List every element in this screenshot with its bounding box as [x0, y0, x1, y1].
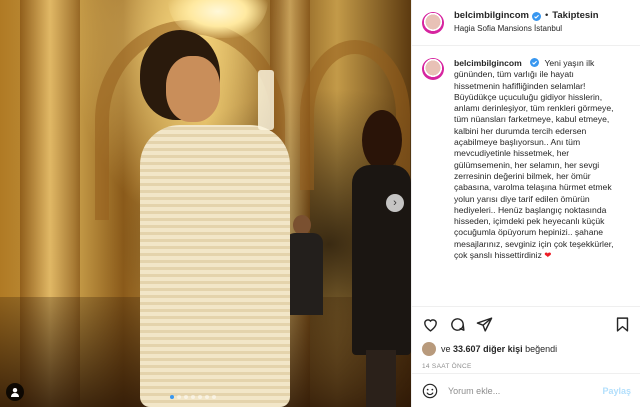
- comment-input[interactable]: [448, 385, 603, 396]
- location-link[interactable]: Hagia Sofia Mansions İstanbul: [454, 24, 599, 33]
- post-timestamp[interactable]: 14 SAAT ÖNCE: [422, 363, 631, 370]
- share-icon[interactable]: [476, 316, 493, 333]
- save-icon[interactable]: [614, 316, 631, 333]
- carousel-dot: [177, 395, 181, 399]
- likes-summary[interactable]: ve 33.607 diğer kişi beğendi: [422, 341, 631, 357]
- caption-username[interactable]: belcimbilgincom: [454, 58, 522, 68]
- caption: belcimbilgincom Yeni yaşın ilk gününden,…: [412, 46, 640, 303]
- likes-prefix: ve: [441, 344, 451, 354]
- user-tag-icon[interactable]: [6, 383, 24, 401]
- carousel-dot: [205, 395, 209, 399]
- next-arrow-icon[interactable]: ›: [386, 194, 404, 212]
- avatar[interactable]: [422, 11, 444, 34]
- post-side-panel: belcimbilgincom • Takiptesin Hagia Sofia…: [411, 0, 640, 407]
- post-header: belcimbilgincom • Takiptesin Hagia Sofia…: [412, 0, 640, 46]
- post-comment-button[interactable]: Paylaş: [602, 386, 631, 396]
- header-username[interactable]: belcimbilgincom: [454, 11, 529, 22]
- likes-suffix[interactable]: diğer kişi: [483, 344, 523, 354]
- emoji-icon[interactable]: [422, 383, 438, 399]
- photo-background-person: [285, 215, 323, 315]
- caption-text: Yeni yaşın ilk gününden, tüm varlığı ile…: [454, 58, 614, 261]
- carousel-dot: [170, 395, 174, 399]
- post-actions: ve 33.607 diğer kişi beğendi 14 SAAT ÖNC…: [412, 306, 640, 370]
- likes-count[interactable]: 33.607: [453, 344, 481, 354]
- comment-bar: Paylaş: [412, 373, 640, 407]
- carousel-dot: [184, 395, 188, 399]
- carousel-dot: [198, 395, 202, 399]
- carousel-dot: [212, 395, 216, 399]
- following-button[interactable]: Takiptesin: [552, 11, 598, 22]
- verified-icon: [531, 12, 541, 22]
- header-separator: •: [544, 10, 549, 22]
- post-photo[interactable]: ›: [0, 0, 411, 407]
- verified-icon: [530, 58, 540, 67]
- avatar[interactable]: [422, 58, 444, 80]
- heart-emoji: ❤: [544, 250, 552, 261]
- comment-icon[interactable]: [449, 316, 466, 333]
- avatar: [422, 342, 436, 356]
- carousel-dot: [191, 395, 195, 399]
- photo-main-person: [140, 30, 290, 407]
- photo-right-person: [352, 110, 411, 407]
- heart-icon[interactable]: [422, 316, 439, 333]
- carousel-dots: [170, 395, 216, 399]
- likes-tail: beğendi: [525, 344, 558, 354]
- caption-body: belcimbilgincom Yeni yaşın ilk gününden,…: [454, 58, 622, 303]
